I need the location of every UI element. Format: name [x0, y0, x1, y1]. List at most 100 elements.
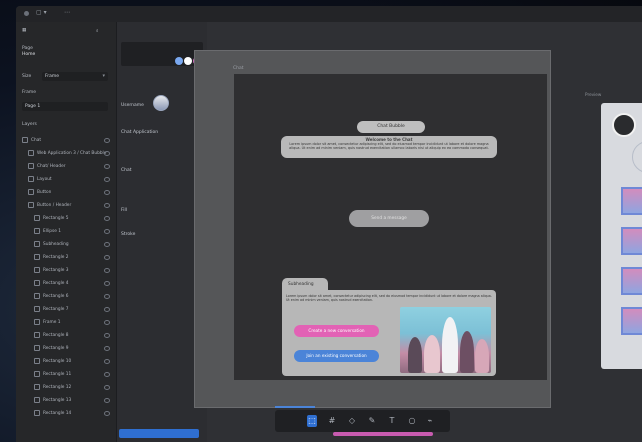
eye-icon[interactable]: [104, 151, 110, 156]
layer-item[interactable]: Rectangle 2: [16, 251, 116, 264]
frame-icon: [34, 305, 40, 312]
message-card[interactable]: Welcome to the Chat Lorem ipsum dolor si…: [281, 136, 497, 158]
eye-icon[interactable]: [104, 268, 110, 273]
layer-item[interactable]: Rectangle 9: [16, 342, 116, 355]
layer-item[interactable]: Rectangle 10: [16, 355, 116, 368]
layer-item[interactable]: Rectangle 6: [16, 290, 116, 303]
preview-card[interactable]: [601, 103, 642, 369]
frame-icon: [34, 357, 40, 364]
eye-icon[interactable]: [104, 372, 110, 377]
pen-tool-icon[interactable]: ✎: [367, 415, 377, 427]
person-figure: [424, 335, 440, 373]
frame-icon: [34, 344, 40, 351]
create-conversation-button[interactable]: Create a new conversation: [294, 325, 379, 337]
color-swatch-2[interactable]: [184, 57, 192, 65]
eye-icon[interactable]: [104, 138, 110, 143]
app-name-text: Chat Application: [121, 130, 159, 135]
menu-icon[interactable]: [24, 11, 29, 16]
preview-thumb[interactable]: [621, 307, 642, 335]
eye-icon[interactable]: [104, 359, 110, 364]
frame-icon: [34, 370, 40, 377]
eye-icon[interactable]: [104, 307, 110, 312]
comment-tool-icon[interactable]: ○: [407, 415, 417, 427]
layer-item[interactable]: Rectangle 5: [16, 212, 116, 225]
frame-icon: [34, 266, 40, 273]
layer-item[interactable]: Layout: [16, 173, 116, 186]
search-icon[interactable]: ⌕: [96, 28, 99, 34]
preview-thumb[interactable]: [621, 187, 642, 215]
page-select-value: Page 1: [25, 104, 41, 109]
frame-icon: [34, 396, 40, 403]
preview-thumb[interactable]: [621, 227, 642, 255]
layer-item[interactable]: Rectangle 12: [16, 381, 116, 394]
person-figure: [475, 339, 489, 373]
eye-icon[interactable]: [104, 294, 110, 299]
eye-icon[interactable]: [104, 177, 110, 182]
eye-icon[interactable]: [104, 203, 110, 208]
avatar[interactable]: [153, 95, 169, 111]
eye-icon[interactable]: [104, 216, 110, 221]
layer-label: Rectangle 14: [43, 411, 72, 416]
size-select[interactable]: Frame ▾: [42, 72, 108, 81]
chat-bubble-title[interactable]: Chat Bubble: [357, 121, 425, 133]
eye-icon[interactable]: [104, 164, 110, 169]
layer-item[interactable]: Rectangle 3: [16, 264, 116, 277]
code-tool-icon[interactable]: ⌁: [425, 415, 435, 427]
eye-icon[interactable]: [104, 255, 110, 260]
eye-icon[interactable]: [104, 242, 110, 247]
eye-icon[interactable]: [104, 281, 110, 286]
join-conversation-button[interactable]: Join an existing conversation: [294, 350, 379, 362]
fill-text: Fill: [121, 208, 128, 213]
layer-item[interactable]: Chat/ Header: [16, 160, 116, 173]
preview-label: Preview: [585, 92, 602, 97]
title-bar: ▢ ▾ ⋯: [16, 6, 642, 23]
eye-icon[interactable]: [104, 411, 110, 416]
layer-item[interactable]: Rectangle 14: [16, 407, 116, 420]
more-icon[interactable]: ⋯: [64, 9, 70, 16]
layer-item[interactable]: Subheading: [16, 238, 116, 251]
layer-item[interactable]: Rectangle 11: [16, 368, 116, 381]
frame-icon: [34, 318, 40, 325]
page-name[interactable]: Home: [22, 52, 35, 57]
layer-label: Rectangle 7: [43, 307, 69, 312]
eye-icon[interactable]: [104, 229, 110, 234]
layer-item[interactable]: Button / Header: [16, 199, 116, 212]
frame-icon: [34, 292, 40, 299]
page-select[interactable]: Page 1: [22, 102, 108, 111]
layer-item[interactable]: Rectangle 7: [16, 303, 116, 316]
move-tool-icon[interactable]: ⬚: [307, 415, 317, 427]
eye-icon[interactable]: [104, 320, 110, 325]
file-menu-icon[interactable]: ▢ ▾: [36, 9, 47, 16]
layer-label: Subheading: [43, 242, 69, 247]
share-button[interactable]: [119, 429, 199, 438]
eye-icon[interactable]: [104, 398, 110, 403]
text-tool-icon[interactable]: T: [387, 415, 397, 427]
group-photo-image: [400, 307, 491, 373]
eye-icon[interactable]: [104, 333, 110, 338]
layer-item[interactable]: Rectangle 4: [16, 277, 116, 290]
frame-tool-icon[interactable]: #: [327, 415, 337, 427]
layer-item[interactable]: Rectangle 8: [16, 329, 116, 342]
frame-icon: [28, 149, 34, 156]
frame-icon: [34, 214, 40, 221]
layer-item[interactable]: Rectangle 13: [16, 394, 116, 407]
layer-item[interactable]: Ellipse 1: [16, 225, 116, 238]
frame-icon: [34, 331, 40, 338]
layer-item[interactable]: Chat: [16, 134, 116, 147]
eye-icon[interactable]: [104, 346, 110, 351]
chevron-down-icon: ▾: [102, 73, 105, 79]
eye-icon[interactable]: [104, 190, 110, 195]
send-message-pill[interactable]: Send a message: [349, 210, 429, 227]
preview-avatar: [612, 113, 636, 137]
frame-title[interactable]: Chat: [233, 66, 244, 71]
layer-label: Rectangle 13: [43, 398, 72, 403]
layer-item[interactable]: Web Application 3 / Chat Bubble: [16, 147, 116, 160]
grid-icon[interactable]: ▦: [22, 28, 26, 33]
preview-thumb[interactable]: [621, 267, 642, 295]
layer-item[interactable]: Button: [16, 186, 116, 199]
stroke-text: Stroke: [121, 232, 136, 237]
eye-icon[interactable]: [104, 385, 110, 390]
layer-item[interactable]: Frame 1: [16, 316, 116, 329]
color-swatch-1[interactable]: [175, 57, 183, 65]
shape-tool-icon[interactable]: ◇: [347, 415, 357, 427]
